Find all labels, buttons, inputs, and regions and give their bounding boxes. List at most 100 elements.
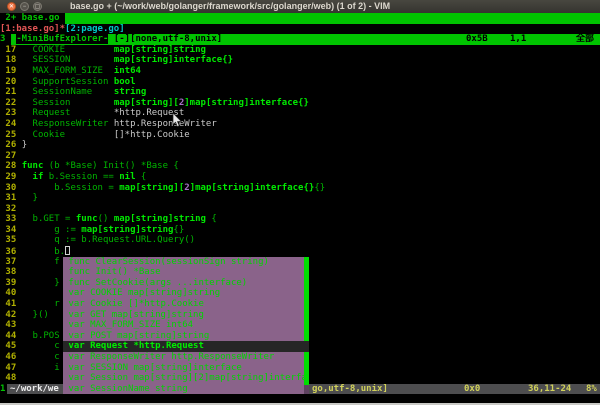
code-line[interactable]: 21 SessionName string [0,87,600,98]
completion-item[interactable]: var SESSION map[string]interface [63,363,309,374]
code-line[interactable]: 33 b.GET = func() map[string]string { [0,214,600,225]
line-number: 30 [0,183,22,193]
file-buffer-number: 1 [0,384,7,395]
code-token: map[string]interface{} [114,55,233,65]
line-number: 46 [0,352,22,362]
line-number: 20 [0,77,22,87]
tabline-fill [65,13,600,24]
completion-item[interactable]: func Init() *Base [63,267,309,278]
code-token: f [22,257,60,267]
code-token: func [22,161,44,171]
code-line[interactable]: 27 [0,151,600,162]
line-number: 26 [0,140,22,150]
code-token: SessionName [22,87,114,97]
completion-item[interactable]: func ClearSession(sessionSign string) [63,257,309,268]
code-token: map[string]string [114,214,206,224]
completion-popup: func ClearSession(sessionSign string) fu… [63,257,309,395]
code-token: b.Session = [22,183,120,193]
code-line[interactable]: 28 func (b *Base) Init() *Base { [0,161,600,172]
completion-item[interactable]: var COOKIE map[string]string [63,288,309,299]
code-line[interactable]: 18 SESSION map[string]interface{} [0,55,600,66]
vim-cursor [65,246,70,255]
line-number: 22 [0,98,22,108]
buffer-tab[interactable]: [2:page.go] [65,24,125,34]
maximize-button[interactable]: ▢ [33,2,42,11]
code-token: }() [22,310,49,320]
code-line[interactable]: 30 b.Session = map[string][2]map[string]… [0,183,600,194]
code-token: b.POS [22,331,60,341]
mbe-statusline: 3 -MiniBufExplorer- [-][none,utf-8,unix]… [0,34,600,45]
code-token: bool [114,77,136,87]
line-number: 18 [0,55,22,65]
code-token: g := [22,225,82,235]
popup-scrollbar-thumb[interactable] [304,257,309,385]
code-token: b. [22,247,65,257]
completion-item-selected[interactable]: var Request *http.Request [63,341,309,352]
code-line[interactable]: 26 } [0,140,600,151]
code-token: []*http.Cookie [114,130,190,140]
code-line[interactable]: 31 } [0,193,600,204]
code-token: if [33,172,44,182]
code-token: {} [314,183,325,193]
code-token: } [22,278,60,288]
line-number: 17 [0,45,22,55]
code-token [22,172,33,182]
vim-tabline: 2+ base.go [0,13,600,24]
buffer-tab[interactable]: [1:base.go]* [0,24,65,34]
code-token: http.ResponseWriter [114,119,217,129]
line-number: 34 [0,225,22,235]
code-line[interactable]: 22 Session map[string][2]map[string]inte… [0,98,600,109]
code-token: c [22,341,60,351]
line-number: 19 [0,66,22,76]
code-line[interactable]: 25 Cookie []*http.Cookie [0,130,600,141]
code-line[interactable]: 34 g := map[string]string{} [0,225,600,236]
mouse-pointer-icon [172,113,183,128]
line-number: 28 [0,161,22,171]
window-titlebar: ✕ − ▢ base.go + (~/work/web/golanger/fra… [0,0,600,13]
line-number: 40 [0,288,22,298]
code-token: COOKIE [22,45,114,55]
popup-scrollbar-track[interactable] [304,257,309,395]
code-token: b.GET = [22,214,76,224]
close-button[interactable]: ✕ [7,2,16,11]
completion-item[interactable]: var GET map[string]string [63,310,309,321]
mbe-scroll-pos: 全部 [576,34,594,45]
code-token: map[string][ [114,98,179,108]
code-token: MAX_FORM_SIZE [22,66,114,76]
line-number: 41 [0,299,22,309]
code-line[interactable]: 29 if b.Session == nil { [0,172,600,183]
line-number: 37 [0,257,22,267]
file-scroll-pos: 8% [586,384,597,395]
tab-current[interactable]: 2+ base.go [0,13,65,24]
code-line[interactable]: 36 b. [0,246,600,257]
code-line[interactable]: 19 MAX_FORM_SIZE int64 [0,66,600,77]
completion-item[interactable]: var POST map[string]string [63,331,309,342]
completion-item[interactable]: var Session map[string][2]map[string]int… [63,373,309,384]
vim-window: ✕ − ▢ base.go + (~/work/web/golanger/fra… [0,0,600,405]
mbe-statusline-bar: -MiniBufExplorer- [-][none,utf-8,unix]0x… [11,34,600,45]
code-token: } [22,140,27,150]
line-number: 47 [0,363,22,373]
code-token: SESSION [22,55,114,65]
minimize-button[interactable]: − [20,2,29,11]
line-number: 42 [0,310,22,320]
code-line[interactable]: 24 ResponseWriter http.ResponseWriter [0,119,600,130]
mbe-statusline-title: -MiniBufExplorer- [16,34,108,44]
file-path: ~/work/we [10,384,59,395]
completion-item[interactable]: var ResponseWriter http.ResponseWriter [63,352,309,363]
completion-item[interactable]: var MAX_FORM_SIZE int64 [63,320,309,331]
completion-item[interactable]: func SetCookie(args ...interface) [63,278,309,289]
code-token: ResponseWriter [22,119,114,129]
completion-item[interactable]: var Cookie []*http.Cookie [63,299,309,310]
mbe-statusline-flags: [-][none,utf-8,unix] [114,34,222,44]
file-char-value: 0x0 [464,384,480,395]
code-token: () [98,214,114,224]
line-number: 27 [0,151,22,161]
code-line[interactable]: 23 Request *http.Request [0,108,600,119]
code-line[interactable]: 17 COOKIE map[string]string [0,45,600,56]
code-token: r [22,299,60,309]
code-line[interactable]: 32 [0,204,600,215]
code-line[interactable]: 35 q := b.Request.URL.Query() [0,235,600,246]
code-line[interactable]: 20 SupportSession bool [0,77,600,88]
completion-item[interactable]: var SessionName string [63,384,309,395]
